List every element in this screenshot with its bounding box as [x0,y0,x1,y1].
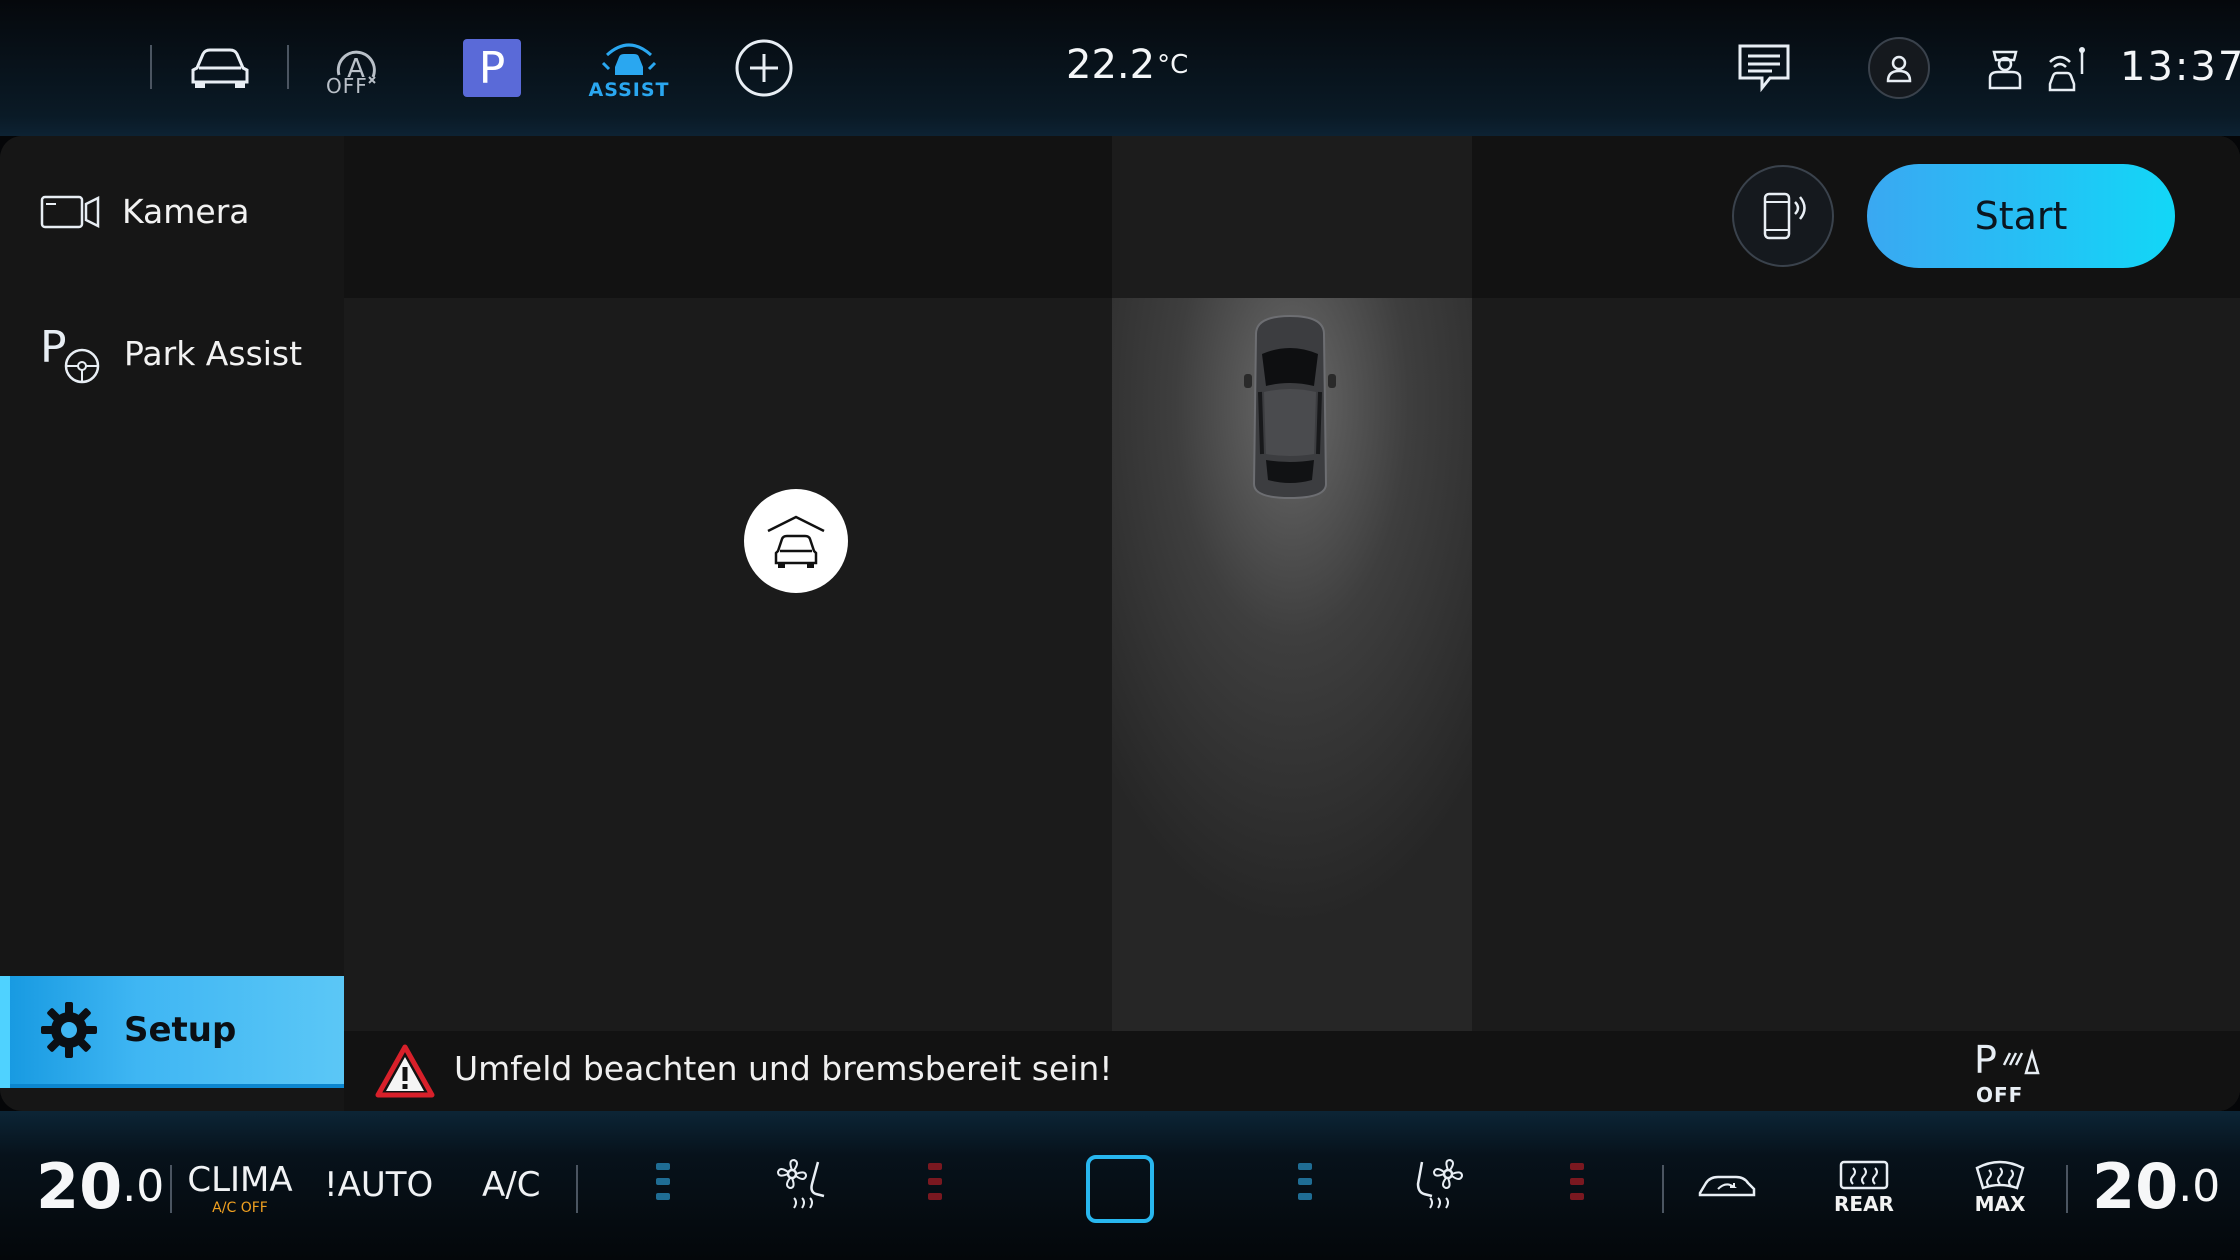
recirculation-button[interactable] [1696,1167,1758,1203]
car-connect-icon[interactable] [2044,44,2090,92]
park-assist-icon: P [40,322,100,384]
divider [1662,1165,1664,1213]
right-temp-int: 20 [2092,1149,2179,1223]
vehicle-top-view-icon [1244,314,1336,500]
seat-ventilation-icon [1416,1158,1464,1209]
setup-button[interactable]: Setup [0,976,344,1088]
left-seat-fan-button[interactable] [770,1155,830,1215]
auto-button[interactable]: !AUTO [324,1163,433,1207]
right-temperature[interactable]: 20.0 [2092,1149,2221,1223]
message-button[interactable] [1736,42,1792,94]
phone-remote-icon [1763,192,1806,240]
max-label: MAX [1974,1192,2026,1216]
add-button[interactable] [734,38,794,98]
remote-parking-button[interactable] [1732,165,1834,267]
camera-icon [40,195,100,228]
assist-button[interactable]: ASSIST [589,38,668,102]
park-sensor-label: OFF [1976,1083,2024,1107]
sidebar-item-label: Park Assist [124,333,303,373]
front-defrost-icon [1975,1160,2025,1190]
seat-ventilation-icon [776,1158,825,1209]
rear-label: REAR [1834,1192,1894,1216]
left-seat-heating-level[interactable] [928,1163,942,1200]
park-assist-panel: Kamera P Park Assist Setup Start Umfeld … [0,136,2240,1111]
garage-parking-button[interactable] [744,489,848,593]
right-temp-dec: .0 [2178,1160,2221,1212]
home-button[interactable] [1086,1155,1154,1223]
rear-defrost-icon [1839,1160,1889,1190]
rear-defrost-button[interactable]: REAR [1834,1155,1894,1219]
sidebar: Kamera P Park Assist Setup [0,136,344,1111]
warning-message: Umfeld beachten und bremsbereit sein! [454,1049,1113,1088]
assist-icon [601,43,657,75]
svg-text:P: P [1974,1039,1997,1081]
climate-bar: 20.0 CLIMA A/C OFF !AUTO A/C REAR MAX 20… [0,1111,2240,1260]
right-seat-cooling-level[interactable] [1298,1163,1312,1200]
message-icon [1738,44,1790,93]
active-indicator [0,976,10,1088]
sidebar-item-park-assist[interactable]: P Park Assist [40,322,302,384]
park-sensor-off-button[interactable]: P OFF [1974,1038,2050,1109]
garage-car-icon [767,515,825,568]
warning-triangle-icon [375,1044,435,1098]
vehicle-icon[interactable] [188,42,252,92]
add-icon [735,39,793,97]
ac-button[interactable]: A/C [482,1163,540,1207]
park-button[interactable]: P [463,39,521,97]
lane-header [1112,136,1472,298]
outside-temp-value: 22.2 [1066,42,1156,88]
park-sensor-icon: P [1974,1038,2040,1082]
max-defrost-button[interactable]: MAX [1970,1155,2030,1219]
right-seat-heating-level[interactable] [1570,1163,1584,1200]
assist-label: ASSIST [588,79,670,101]
divider [170,1165,172,1213]
park-label: P [478,42,506,94]
right-seat-fan-button[interactable] [1410,1155,1470,1215]
divider [150,45,152,89]
left-temp-dec: .0 [122,1160,165,1212]
divider [2066,1165,2068,1213]
divider [287,45,289,89]
start-button[interactable]: Start [1867,164,2175,268]
outside-temperature: 22.2 °C [1066,42,1188,88]
clima-button[interactable]: CLIMA A/C OFF [187,1153,293,1223]
setup-label: Setup [124,1010,237,1050]
profile-icon [1886,55,1912,83]
auto-hold-label: OFF [326,74,368,98]
warning-bar: Umfeld beachten und bremsbereit sein! P … [344,1031,2240,1111]
sidebar-item-label: Kamera [122,192,250,231]
profile-button[interactable] [1868,37,1930,99]
apps-grid-icon[interactable] [30,47,122,89]
left-temp-int: 20 [36,1149,123,1223]
svg-text:P: P [40,322,67,373]
clima-sub-label: A/C OFF [212,1200,268,1216]
left-temperature[interactable]: 20.0 [36,1149,165,1223]
auto-hold-off-button[interactable]: A OFF [322,36,392,98]
status-bar: A OFF P ASSIST 22.2 °C 13:37 [0,0,2240,136]
divider [576,1165,578,1213]
clock: 13:37 [2120,44,2240,90]
sidebar-item-kamera[interactable]: Kamera [40,192,250,231]
gear-icon [41,1002,97,1058]
recirculation-icon [1698,1175,1756,1197]
left-seat-cooling-level[interactable] [656,1163,670,1200]
parking-view: Start [344,136,2240,1111]
outside-temp-unit: °C [1157,50,1189,80]
driver-icon[interactable] [1986,44,2024,92]
clima-label: CLIMA [187,1160,293,1200]
